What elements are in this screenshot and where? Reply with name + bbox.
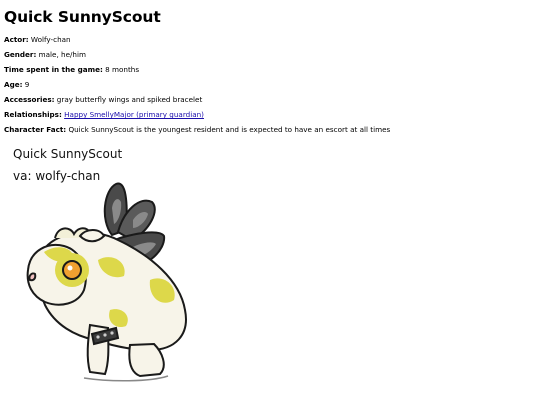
field-accessories: Accessories: gray butterfly wings and sp… xyxy=(4,92,536,107)
field-label: Character Fact: xyxy=(4,125,67,134)
field-value: male, he/him xyxy=(38,50,86,59)
artwork-caption-name: Quick SunnyScout xyxy=(13,147,123,161)
relationship-link[interactable]: Happy SmellyMajor (primary guardian) xyxy=(64,110,204,119)
field-character-fact: Character Fact: Quick SunnyScout is the … xyxy=(4,122,536,137)
character-artwork: Quick SunnyScout va: wolfy-chan xyxy=(0,140,220,405)
character-page: Quick SunnyScout Actor: Wolfy-chan Gende… xyxy=(4,6,536,137)
field-value: Quick SunnyScout is the youngest residen… xyxy=(68,125,391,134)
creature-body xyxy=(26,227,187,382)
page-title: Quick SunnyScout xyxy=(4,8,161,26)
field-age: Age: 9 xyxy=(4,77,536,92)
field-value: 9 xyxy=(24,80,30,89)
field-label: Time spent in the game: xyxy=(4,65,103,74)
field-value: gray butterfly wings and spiked bracelet xyxy=(56,95,203,104)
field-label: Gender: xyxy=(4,50,37,59)
field-time-spent: Time spent in the game: 8 months xyxy=(4,62,536,77)
field-value: Wolfy-chan xyxy=(30,35,71,44)
field-label: Actor: xyxy=(4,35,29,44)
field-label: Age: xyxy=(4,80,23,89)
artwork-caption-va: va: wolfy-chan xyxy=(13,169,101,183)
field-label: Relationships: xyxy=(4,110,62,119)
field-actor: Actor: Wolfy-chan xyxy=(4,32,536,47)
field-relationships: Relationships: Happy SmellyMajor (primar… xyxy=(4,107,536,122)
field-value: 8 months xyxy=(105,65,140,74)
field-gender: Gender: male, he/him xyxy=(4,47,536,62)
field-label: Accessories: xyxy=(4,95,55,104)
